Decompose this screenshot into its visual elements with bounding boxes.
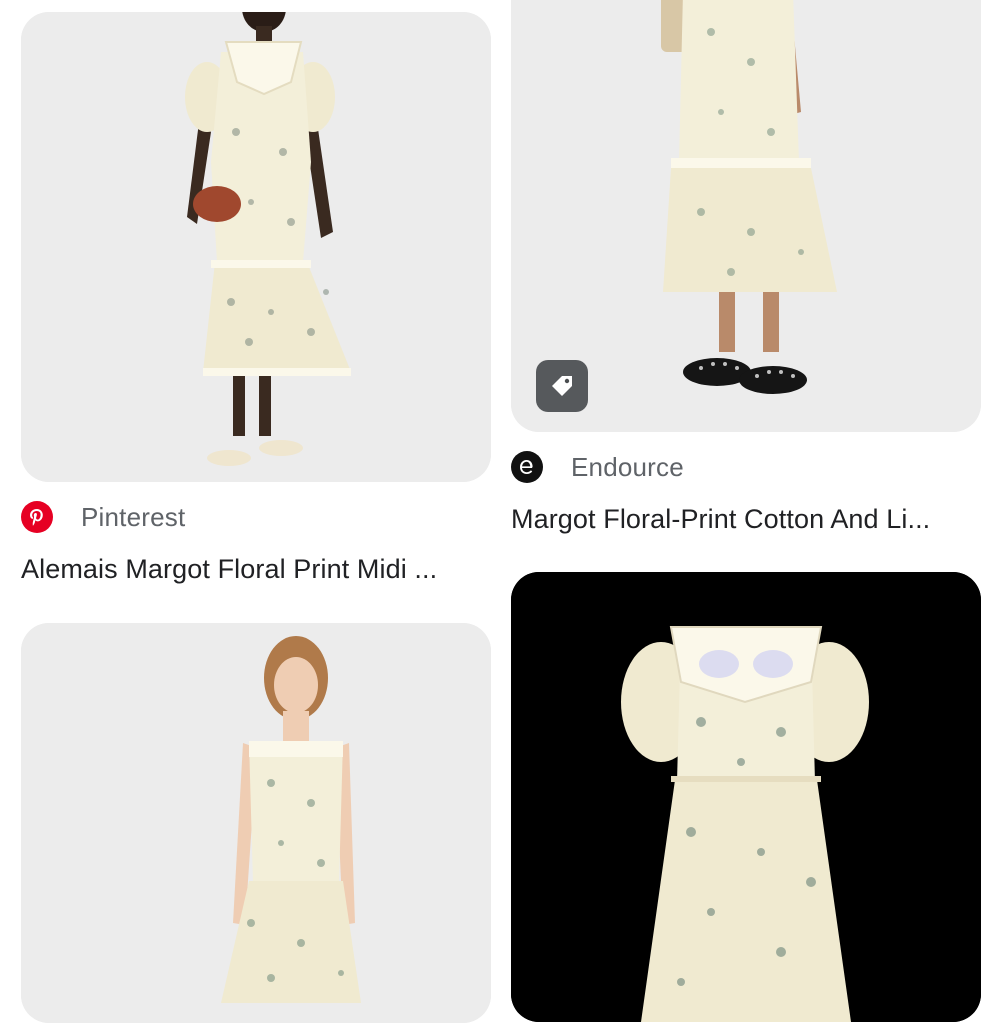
result-image-4[interactable] <box>511 572 981 1022</box>
dress-photo-3 <box>21 623 491 1023</box>
dress-photo-1 <box>21 12 491 482</box>
result-source-2[interactable]: Endource <box>511 447 684 487</box>
result-source-1[interactable]: Pinterest <box>21 497 185 537</box>
dress-photo-4 <box>511 572 981 1022</box>
source-name: Pinterest <box>81 501 186 532</box>
result-image-3[interactable] <box>21 623 491 1023</box>
result-image-1[interactable] <box>21 12 491 482</box>
source-name: Endource <box>571 451 684 482</box>
pinterest-logo-icon <box>21 501 53 533</box>
result-title-2[interactable]: Margot Floral-Print Cotton And Li... <box>511 504 981 535</box>
price-tag-icon[interactable] <box>536 360 588 412</box>
result-title-1[interactable]: Alemais Margot Floral Print Midi ... <box>21 554 491 585</box>
endource-logo-icon <box>511 451 543 483</box>
